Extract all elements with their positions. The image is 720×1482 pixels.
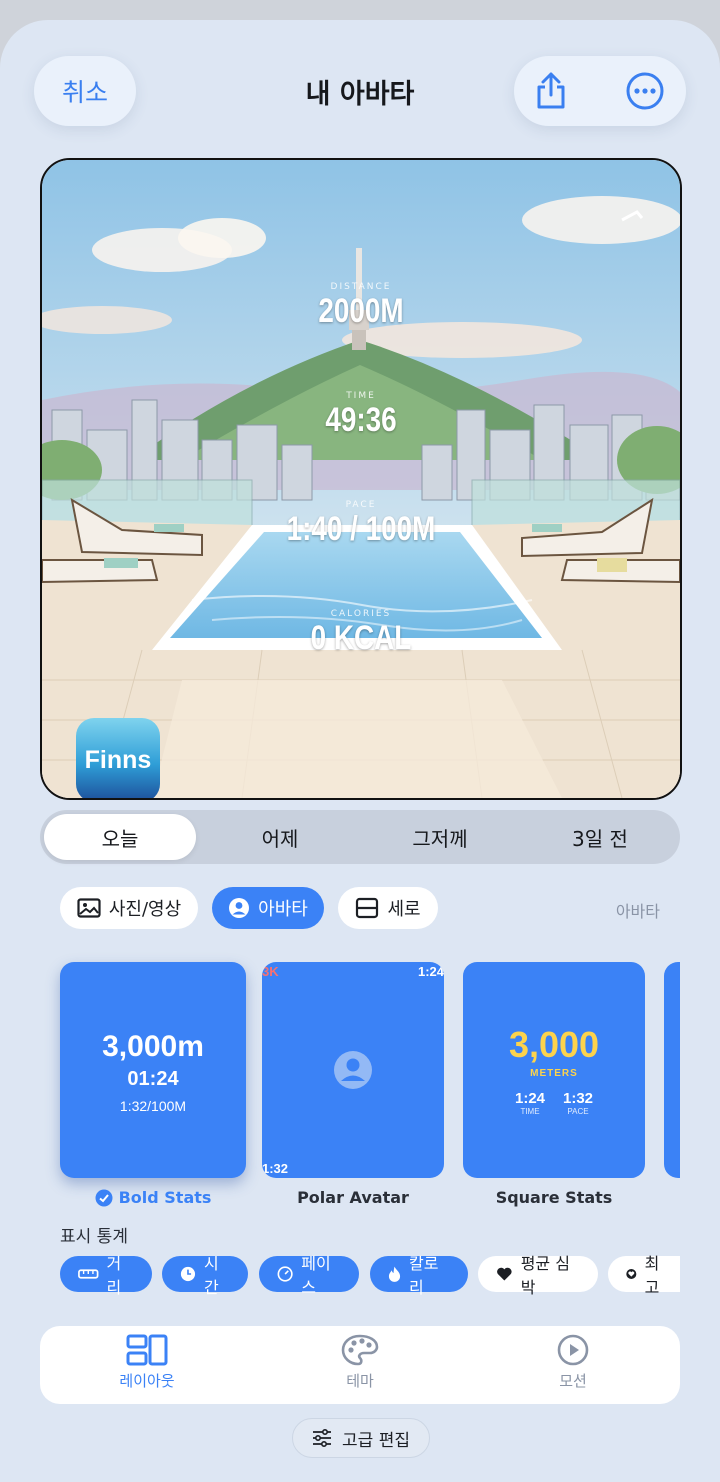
- stat-chip-distance[interactable]: 거리: [60, 1254, 152, 1297]
- tab-layout[interactable]: 레이아웃: [87, 1334, 207, 1391]
- card-time: 1:24: [514, 1090, 546, 1107]
- phone-screen: 취소 내 아바타 DISTANCE 2000M TIME 49:36 PACE …: [0, 20, 720, 1482]
- stat-chip-label: 시간: [203, 1254, 219, 1297]
- sliders-icon: [313, 1429, 332, 1447]
- chip-label: 세로: [387, 899, 421, 920]
- stat-chip-label: 페이스: [301, 1254, 331, 1297]
- card-corner-time: 1:24: [417, 964, 444, 979]
- advanced-edit-button[interactable]: 고급 편집: [292, 1418, 430, 1458]
- stat-chip-label: 거리: [106, 1254, 122, 1297]
- card-corner-pace: 1:32: [262, 1161, 289, 1176]
- layout-card-next[interactable]: [664, 962, 680, 1178]
- day-today[interactable]: 오늘: [44, 814, 196, 860]
- mode-label: 아바타: [615, 902, 660, 921]
- day-two-days-ago[interactable]: 그저께: [364, 814, 516, 860]
- tab-theme[interactable]: 테마: [300, 1334, 420, 1391]
- share-icon: [537, 72, 565, 109]
- preview-time: TIME 49:36: [42, 391, 680, 440]
- card-pace-label: PACE: [567, 1107, 589, 1116]
- stat-chip-max-heart-rate[interactable]: 최고: [608, 1254, 680, 1297]
- card-time-label: TIME: [520, 1107, 540, 1116]
- app-logo: Finns: [76, 718, 160, 798]
- chip-avatar[interactable]: 아바타: [212, 887, 324, 929]
- layout-name-square-stats: Square Stats: [495, 1188, 613, 1207]
- flame-icon: [388, 1266, 401, 1282]
- palette-icon: [341, 1334, 379, 1366]
- day-three-days-ago[interactable]: 3일 전: [524, 814, 676, 860]
- card-pace: 1:32/100M: [119, 1098, 187, 1114]
- chip-photo-video[interactable]: 사진/영상: [60, 887, 198, 929]
- card-corner-distance: 3K: [262, 964, 279, 979]
- bottom-tab-bar: 레이아웃 테마 모션: [40, 1326, 680, 1404]
- clock-icon: [180, 1266, 196, 1282]
- stat-chip-time[interactable]: 시간: [162, 1254, 248, 1297]
- day-yesterday[interactable]: 어제: [204, 814, 356, 860]
- stat-label: CALORIES: [330, 609, 392, 619]
- stats-section-title: 표시 통계: [60, 1227, 128, 1247]
- more-button[interactable]: [622, 68, 668, 114]
- stat-chip-pace[interactable]: 페이스: [259, 1254, 359, 1297]
- stat-chip-label: 평균 심박: [520, 1254, 570, 1297]
- layout-card-square-stats[interactable]: 3,000 METERS 1:24 TIME 1:32 PACE: [463, 962, 645, 1178]
- card-pace-block: 1:32 PACE: [555, 1090, 601, 1116]
- stat-value: 2000M: [318, 292, 404, 330]
- layout-card-bold-stats[interactable]: 3,000m 01:24 1:32/100M: [60, 962, 246, 1178]
- chip-label: 아바타: [258, 899, 308, 920]
- stat-value: 49:36: [325, 401, 397, 439]
- layout-name-polar-avatar: Polar Avatar: [297, 1188, 409, 1207]
- avatar-icon: [229, 898, 250, 918]
- preview-calories: CALORIES 0 KCAL: [42, 609, 680, 658]
- card-pace: 1:32: [562, 1090, 594, 1107]
- more-icon: [626, 72, 664, 110]
- chip-label: 사진/영상: [108, 899, 182, 920]
- advanced-edit-label: 고급 편집: [342, 1430, 410, 1451]
- heart-badge-icon: [626, 1268, 637, 1280]
- checkmark-circle-icon: [95, 1189, 113, 1206]
- card-time: 01:24: [127, 1068, 179, 1090]
- image-icon: [77, 898, 101, 918]
- gauge-icon: [277, 1266, 293, 1282]
- card-time-block: 1:24 TIME: [507, 1090, 553, 1116]
- card-distance: 3,000m: [102, 1030, 204, 1063]
- avatar-preview[interactable]: DISTANCE 2000M TIME 49:36 PACE 1:40 / 10…: [40, 158, 682, 800]
- layout-name-label: Bold Stats: [118, 1188, 212, 1207]
- preview-distance: DISTANCE 2000M: [42, 282, 680, 331]
- layout-icon: [356, 897, 379, 919]
- layout-card-polar-avatar[interactable]: 3K 1:24 1:32: [262, 962, 444, 1178]
- play-icon: [557, 1334, 589, 1366]
- header-actions: [514, 56, 686, 126]
- stat-chip-label: 최고: [644, 1254, 660, 1297]
- stat-chip-label: 칼로리: [409, 1254, 439, 1297]
- ruler-icon: [78, 1269, 99, 1279]
- share-button[interactable]: [528, 68, 574, 114]
- stat-label: TIME: [346, 391, 376, 401]
- tab-label: 레이아웃: [119, 1372, 175, 1390]
- day-selector: 오늘 어제 그저께 3일 전: [40, 810, 680, 864]
- chip-portrait[interactable]: 세로: [338, 887, 438, 929]
- heart-icon: [497, 1267, 512, 1281]
- preview-pace: PACE 1:40 / 100M: [42, 500, 680, 549]
- stat-chip-calories[interactable]: 칼로리: [370, 1254, 468, 1297]
- tab-label: 테마: [346, 1372, 374, 1390]
- tab-label: 모션: [559, 1372, 587, 1390]
- card-unit: METERS: [530, 1068, 578, 1079]
- stat-label: PACE: [345, 500, 377, 510]
- layout-name-bold-stats: Bold Stats: [60, 1188, 246, 1207]
- avatar-placeholder-icon: [334, 1051, 372, 1089]
- stat-chip-avg-heart-rate[interactable]: 평균 심박: [478, 1254, 598, 1297]
- card-big-distance: 3,000: [508, 1024, 600, 1065]
- rooftop-pool-illustration: [42, 160, 680, 798]
- stat-value: 1:40 / 100M: [286, 510, 436, 548]
- stat-value: 0 KCAL: [310, 619, 412, 657]
- stat-label: DISTANCE: [330, 282, 392, 292]
- tab-motion[interactable]: 모션: [513, 1334, 633, 1391]
- layout-icon: [126, 1334, 168, 1366]
